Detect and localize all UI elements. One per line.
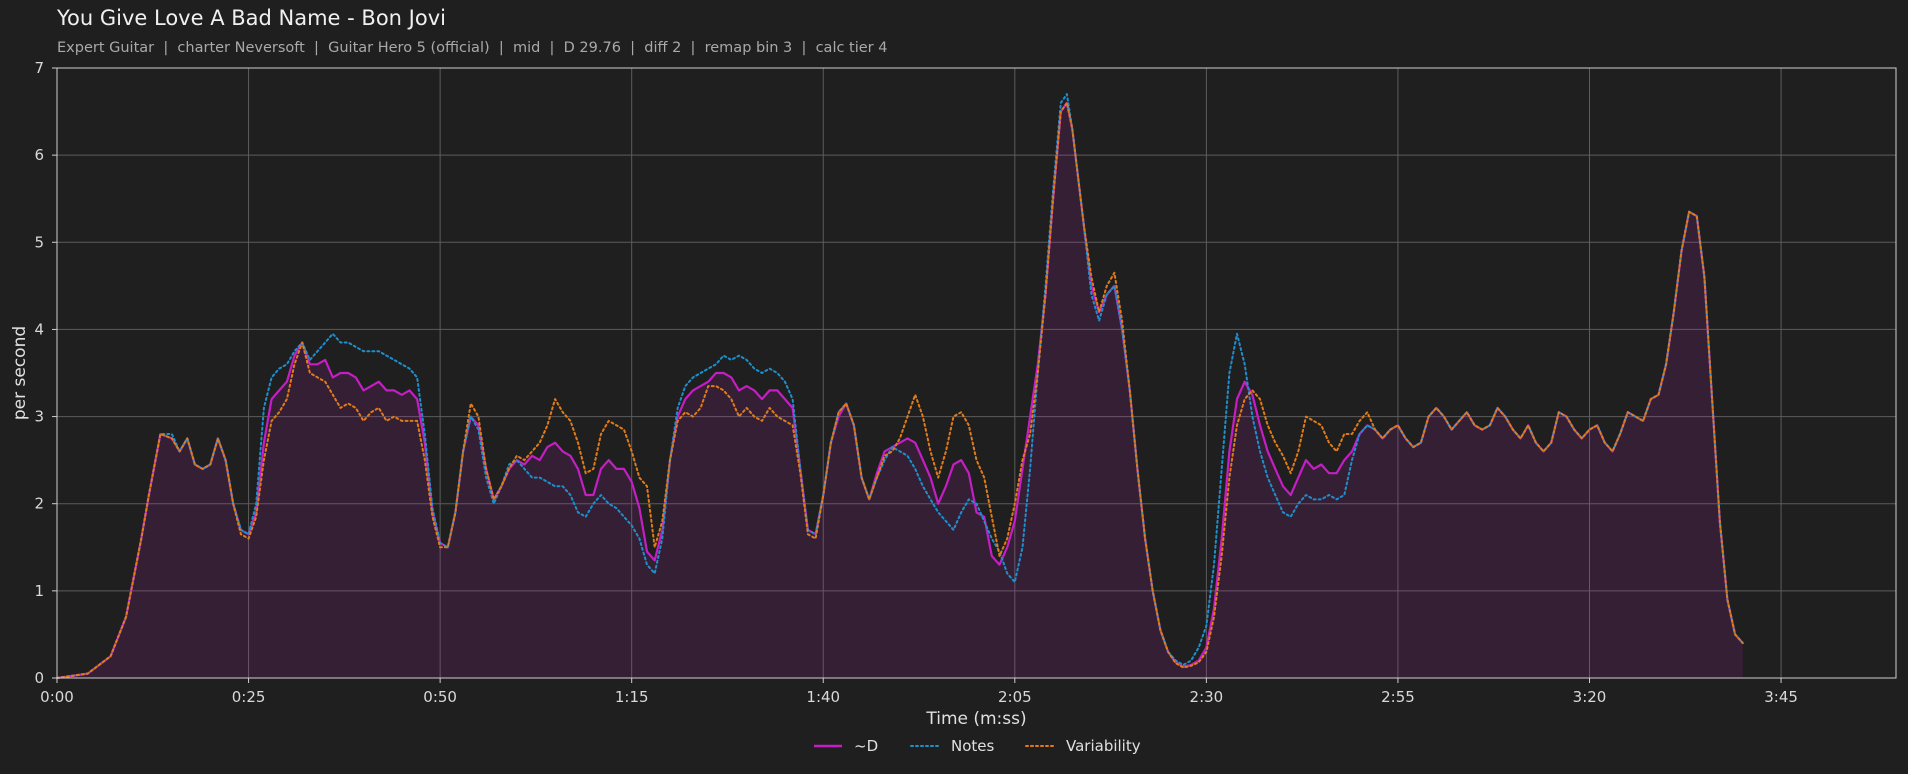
x-tick-label: 0:50 bbox=[423, 688, 457, 706]
area-fill-layer bbox=[57, 102, 1743, 678]
x-tick-label: 3:45 bbox=[1764, 688, 1798, 706]
x-tick-label: 0:00 bbox=[40, 688, 74, 706]
y-tick-label: 7 bbox=[34, 59, 44, 77]
y-tick-label: 6 bbox=[34, 146, 44, 164]
x-tick-label: 2:55 bbox=[1381, 688, 1415, 706]
y-axis-label: per second bbox=[10, 326, 30, 420]
x-tick-label: 1:40 bbox=[806, 688, 840, 706]
x-tick-label: 1:15 bbox=[615, 688, 649, 706]
legend-label: Notes bbox=[951, 737, 995, 755]
legend: ~D Notes Variability bbox=[814, 737, 1141, 755]
x-tick-label: 0:25 bbox=[232, 688, 266, 706]
y-tick-label: 0 bbox=[34, 669, 44, 687]
x-tick-label: 2:30 bbox=[1190, 688, 1224, 706]
y-tick-label: 4 bbox=[34, 320, 44, 338]
x-tick-label: 2:05 bbox=[998, 688, 1032, 706]
x-tick-label: 3:20 bbox=[1573, 688, 1607, 706]
y-tick-label: 2 bbox=[34, 495, 44, 513]
line-chart: 0:00 0:25 0:50 1:15 1:40 2:05 2:30 2:55 3:20 3:45… bbox=[10, 59, 1897, 755]
series-area-fill bbox=[57, 102, 1743, 678]
legend-label: ~D bbox=[854, 737, 878, 755]
y-tick-label: 1 bbox=[34, 582, 44, 600]
x-axis-label: Time (m:ss) bbox=[925, 709, 1026, 729]
y-tick-label: 3 bbox=[34, 408, 44, 426]
legend-label: Variability bbox=[1066, 737, 1141, 755]
y-tick-label: 5 bbox=[34, 233, 44, 251]
